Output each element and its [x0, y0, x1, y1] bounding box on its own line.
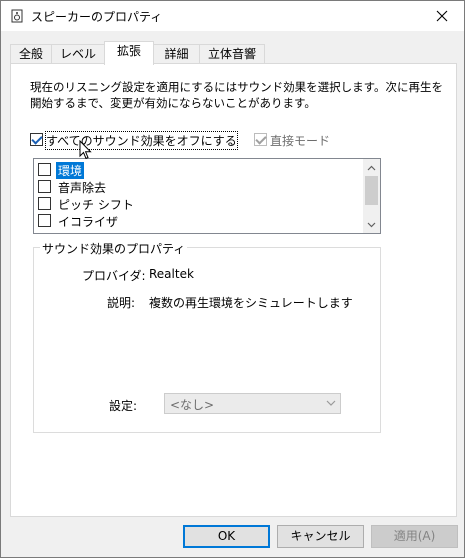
provider-label: プロバイダ:: [82, 269, 146, 283]
description-label: 説明:: [107, 296, 136, 310]
effect-checkbox[interactable]: [38, 197, 51, 210]
tab-spatial-sound[interactable]: 立体音響: [199, 44, 265, 64]
effect-checkbox[interactable]: [38, 180, 51, 193]
description-text: 現在のリスニング設定を適用にするにはサウンド効果を選択します。次に再生を開始する…: [30, 80, 443, 110]
provider-value: Realtek: [149, 267, 194, 281]
title-bar: スピーカーのプロパティ: [1, 1, 464, 31]
cancel-button[interactable]: キャンセル: [277, 525, 364, 548]
close-button[interactable]: [420, 1, 464, 31]
effect-label: ピッチ シフト: [58, 198, 134, 212]
immediate-mode-checkbox[interactable]: [254, 133, 267, 146]
setting-value: <なし>: [170, 398, 215, 412]
tab-panel: 現在のリスニング設定を適用にするにはサウンド効果を選択します。次に再生を開始する…: [10, 63, 457, 517]
effects-list[interactable]: 環境 音声除去 ピッチ シフト イコライザ: [33, 158, 381, 234]
list-item[interactable]: 音声除去: [38, 178, 358, 195]
mouse-cursor-icon: [79, 140, 92, 160]
tab-enhancements[interactable]: 拡張: [104, 41, 154, 65]
window-title: スピーカーのプロパティ: [31, 10, 163, 24]
scroll-up-button[interactable]: [363, 159, 380, 176]
list-item[interactable]: 環境: [38, 161, 358, 179]
vertical-scrollbar[interactable]: [363, 159, 380, 233]
ok-button[interactable]: OK: [183, 525, 270, 548]
disable-all-effects-checkbox[interactable]: [30, 133, 43, 146]
speaker-icon: [11, 9, 23, 23]
setting-label: 設定:: [109, 399, 138, 413]
effect-label: イコライザ: [58, 215, 119, 229]
list-item[interactable]: イコライザ: [38, 212, 358, 229]
list-item[interactable]: ピッチ シフト: [38, 195, 358, 212]
apply-button[interactable]: 適用(A): [371, 525, 458, 548]
effect-label: 音声除去: [58, 181, 107, 195]
tab-general[interactable]: 全般: [10, 44, 52, 64]
immediate-mode-label: 直接モード: [270, 134, 331, 148]
effect-checkbox[interactable]: [38, 163, 51, 176]
disable-all-effects-label[interactable]: すべてのサウンド効果をオフにする: [45, 131, 238, 150]
tab-advanced[interactable]: 詳細: [153, 44, 200, 64]
effect-label: 環境: [56, 162, 85, 179]
chevron-down-icon: [326, 400, 336, 406]
chevron-up-icon: [367, 165, 376, 170]
tab-levels[interactable]: レベル: [51, 44, 105, 64]
chevron-down-icon: [367, 222, 376, 227]
description-value: 複数の再生環境をシミュレートします: [149, 296, 353, 310]
scroll-thumb[interactable]: [365, 176, 378, 205]
effect-checkbox[interactable]: [38, 214, 51, 227]
setting-dropdown[interactable]: <なし>: [164, 393, 341, 414]
scroll-down-button[interactable]: [363, 216, 380, 233]
properties-dialog: スピーカーのプロパティ 全般 レベル 拡張 詳細 立体音響 現在のリスニング設定…: [0, 0, 465, 558]
group-title: サウンド効果のプロパティ: [40, 240, 188, 257]
effect-properties-group: サウンド効果のプロパティ プロバイダ: Realtek 説明: 複数の再生環境を…: [33, 240, 381, 433]
close-icon: [436, 10, 448, 22]
